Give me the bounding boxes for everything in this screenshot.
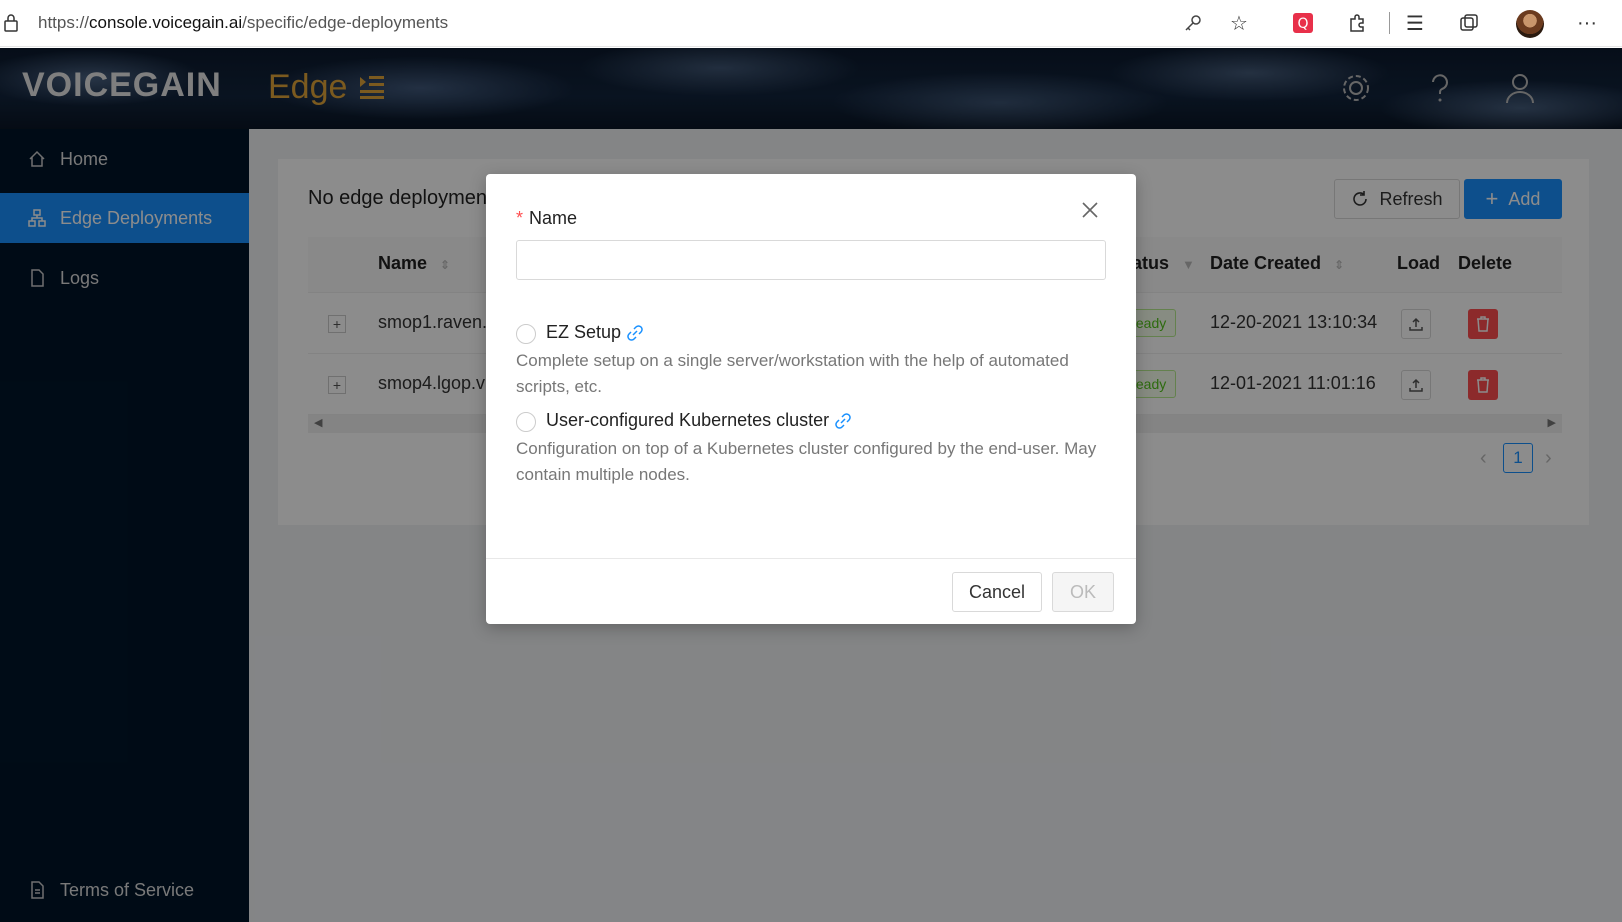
url-scheme: https://	[38, 13, 90, 32]
required-marker: *	[516, 208, 524, 228]
add-deployment-dialog: * Name EZ Setup Complete setup on a singl…	[486, 174, 1136, 624]
add-favorite-icon[interactable]: ☆	[1226, 10, 1252, 36]
collections-icon[interactable]	[1456, 10, 1482, 36]
lock-icon	[4, 14, 18, 32]
kubernetes-cluster-label[interactable]: User-configured Kubernetes cluster	[546, 410, 851, 431]
profile-avatar[interactable]	[1516, 10, 1544, 38]
link-icon[interactable]	[835, 413, 851, 430]
kubernetes-cluster-description: Configuration on top of a Kubernetes clu…	[516, 439, 1097, 484]
close-icon[interactable]	[1080, 200, 1100, 220]
name-field-label: * Name	[516, 208, 578, 228]
ez-setup-description: Complete setup on a single server/workst…	[516, 351, 1069, 396]
url-path: /specific/edge-deployments	[242, 13, 449, 32]
browser-toolbar: https://console.voicegain.ai/specific/ed…	[0, 0, 1622, 47]
key-icon[interactable]	[1180, 10, 1206, 36]
cancel-button[interactable]: Cancel	[952, 572, 1042, 612]
modal-footer-divider	[486, 558, 1136, 559]
favorites-icon[interactable]: ☰	[1402, 10, 1428, 36]
kubernetes-cluster-radio[interactable]	[516, 412, 536, 432]
extensions-icon[interactable]	[1344, 10, 1370, 36]
toolbar-separator	[1389, 12, 1390, 34]
ez-setup-label[interactable]: EZ Setup	[546, 322, 643, 343]
extension-red-icon[interactable]: Q	[1290, 10, 1316, 36]
url-host: console.voicegain.ai	[89, 13, 243, 32]
name-input[interactable]	[516, 240, 1106, 280]
more-options-icon[interactable]: ···	[1574, 10, 1600, 36]
ez-setup-radio[interactable]	[516, 324, 536, 344]
address-bar[interactable]: https://console.voicegain.ai/specific/ed…	[38, 13, 448, 33]
svg-text:Q: Q	[1297, 16, 1308, 32]
link-icon[interactable]	[627, 325, 643, 342]
ok-button[interactable]: OK	[1052, 572, 1114, 612]
